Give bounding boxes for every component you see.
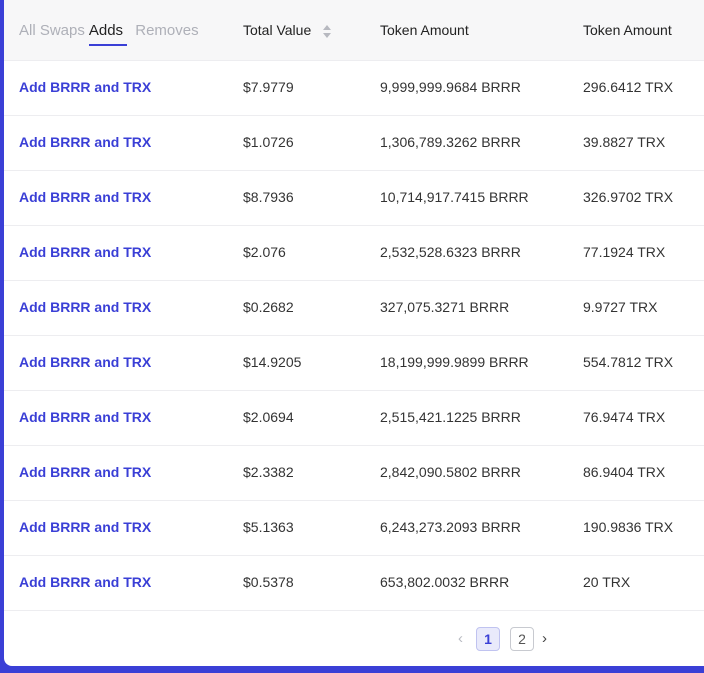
total-value-cell: $1.0726 [243,134,294,150]
token-amount-2-cell: 554.7812 TRX [583,354,674,370]
active-filter-underline [88,44,128,46]
total-value-cell: $0.5378 [243,574,294,590]
transaction-link[interactable]: Add BRRR and TRX [19,574,151,590]
table-row: Add BRRR and TRX $2.076 2,532,528.6323 B… [4,226,704,281]
transaction-link[interactable]: Add BRRR and TRX [19,354,151,370]
total-value-cell: $2.076 [243,244,286,260]
token-amount-2-cell: 326.9702 TRX [583,189,674,205]
total-value-cell: $7.9779 [243,79,294,95]
total-value-cell: $8.7936 [243,189,294,205]
token-amount-1-cell: 10,714,917.7415 BRRR [380,189,529,205]
total-value-cell: $5.1363 [243,519,294,535]
column-header-token-amount-1: Token Amount [380,22,469,38]
table-row: Add BRRR and TRX $0.5378 653,802.0032 BR… [4,556,704,611]
table-row: Add BRRR and TRX $2.0694 2,515,421.1225 … [4,391,704,446]
total-value-cell: $0.2682 [243,299,294,315]
chevron-right-icon[interactable]: › [542,630,547,647]
transaction-link[interactable]: Add BRRR and TRX [19,79,151,95]
table-row: Add BRRR and TRX $5.1363 6,243,273.2093 … [4,501,704,556]
column-header-token-amount-2: Token Amount [583,22,672,38]
transactions-table-body: Add BRRR and TRX $7.9779 9,999,999.9684 … [4,61,704,611]
filter-adds[interactable]: Adds [89,22,123,39]
token-amount-2-cell: 76.9474 TRX [583,409,666,425]
token-amount-1-cell: 2,532,528.6323 BRRR [380,244,521,260]
table-row: Add BRRR and TRX $0.2682 327,075.3271 BR… [4,281,704,336]
transaction-link[interactable]: Add BRRR and TRX [19,519,151,535]
chevron-left-icon[interactable]: ‹ [458,630,463,647]
transaction-link[interactable]: Add BRRR and TRX [19,409,151,425]
token-amount-1-cell: 2,515,421.1225 BRRR [380,409,521,425]
transaction-link[interactable]: Add BRRR and TRX [19,134,151,150]
token-amount-2-cell: 296.6412 TRX [583,79,674,95]
transaction-link[interactable]: Add BRRR and TRX [19,244,151,260]
transaction-link[interactable]: Add BRRR and TRX [19,299,151,315]
table-row: Add BRRR and TRX $1.0726 1,306,789.3262 … [4,116,704,171]
total-value-cell: $2.3382 [243,464,294,480]
page-button-1[interactable]: 1 [476,627,500,651]
table-row: Add BRRR and TRX $14.9205 18,199,999.989… [4,336,704,391]
filter-removes[interactable]: Removes [135,22,198,39]
token-amount-1-cell: 327,075.3271 BRRR [380,299,510,315]
token-amount-1-cell: 6,243,273.2093 BRRR [380,519,521,535]
transactions-panel: All Swaps Adds Removes Total Value Token … [4,0,704,666]
column-header-total-value-label: Total Value [243,22,312,38]
token-amount-2-cell: 39.8827 TRX [583,134,666,150]
transaction-link[interactable]: Add BRRR and TRX [19,189,151,205]
column-header-total-value[interactable]: Total Value [243,22,332,39]
transaction-link[interactable]: Add BRRR and TRX [19,464,151,480]
filter-all-swaps[interactable]: All Swaps [19,22,85,39]
token-amount-2-cell: 77.1924 TRX [583,244,666,260]
total-value-cell: $2.0694 [243,409,294,425]
token-amount-1-cell: 18,199,999.9899 BRRR [380,354,529,370]
token-amount-2-cell: 190.9836 TRX [583,519,674,535]
transaction-type-filters: All Swaps Adds Removes [19,22,203,46]
page-button-2[interactable]: 2 [510,627,534,651]
table-header: All Swaps Adds Removes Total Value Token … [4,0,704,61]
table-row: Add BRRR and TRX $8.7936 10,714,917.7415… [4,171,704,226]
token-amount-1-cell: 653,802.0032 BRRR [380,574,510,590]
token-amount-2-cell: 9.9727 TRX [583,299,658,315]
token-amount-1-cell: 2,842,090.5802 BRRR [380,464,521,480]
total-value-cell: $14.9205 [243,354,302,370]
filter-adds-wrapper: Adds [88,22,128,46]
table-row: Add BRRR and TRX $7.9779 9,999,999.9684 … [4,61,704,116]
token-amount-2-cell: 86.9404 TRX [583,464,666,480]
token-amount-2-cell: 20 TRX [583,574,631,590]
table-row: Add BRRR and TRX $2.3382 2,842,090.5802 … [4,446,704,501]
sort-icon[interactable] [323,24,332,39]
token-amount-1-cell: 9,999,999.9684 BRRR [380,79,521,95]
token-amount-1-cell: 1,306,789.3262 BRRR [380,134,521,150]
